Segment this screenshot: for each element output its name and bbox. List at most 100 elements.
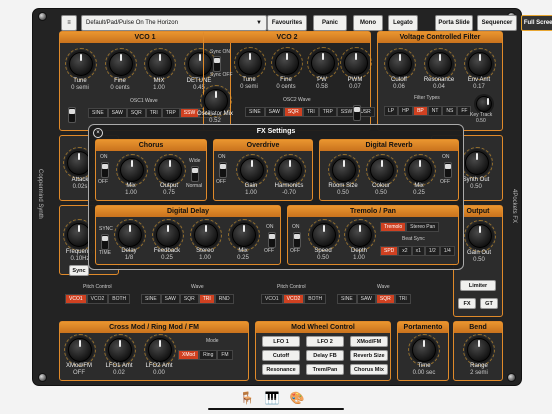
vco1-fine-knob[interactable] (105, 48, 137, 80)
overdrive-gain-knob[interactable] (236, 154, 268, 186)
full-screen-button[interactable]: Full Screen (521, 15, 552, 31)
beat-sync-x2[interactable]: x2 (398, 246, 412, 256)
osc2-wave-trp[interactable]: TRP (318, 107, 337, 117)
gt-button[interactable]: GT (480, 298, 498, 309)
sequencer-button[interactable]: Sequencer (477, 15, 517, 31)
lfo1-wave-sqr[interactable]: SQR (179, 294, 199, 304)
vco2-on-switch[interactable] (353, 105, 361, 121)
resonance-knob[interactable] (424, 48, 456, 80)
mono-button[interactable]: Mono (353, 15, 383, 31)
mw-reverb-size-button[interactable]: Reverb Size (350, 350, 388, 361)
porta-slide-button[interactable]: Porta Slide (435, 15, 473, 31)
lfo2-wave-sqr[interactable]: SQR (375, 294, 395, 304)
osc1-wave-sine[interactable]: SINE (88, 108, 108, 118)
mw-lfo1-button[interactable]: LFO 1 (262, 336, 300, 347)
filter-type-hp[interactable]: HP (398, 106, 414, 116)
vco2-sync-switch[interactable] (213, 56, 221, 72)
oscillator-mix-knob[interactable] (200, 85, 232, 117)
reverb-colour-knob[interactable] (366, 154, 398, 186)
pitch2-vco2[interactable]: VCO2 (282, 294, 305, 304)
mw-resonance-button[interactable]: Resonance (262, 364, 300, 375)
filter-type-bp[interactable]: BP (413, 106, 428, 116)
tremolo-mode-tremolo[interactable]: Tremolo (380, 222, 407, 232)
vco2-tune-knob[interactable] (234, 47, 266, 79)
filter-type-ns[interactable]: NS (442, 106, 458, 116)
osc1-wave-tri[interactable]: TRI (145, 108, 162, 118)
xmod-fm-knob[interactable] (64, 334, 96, 366)
vco1-on-switch[interactable] (68, 107, 76, 123)
fx-button[interactable]: FX (458, 298, 476, 309)
mw-chorus-mix-button[interactable]: Chorus Mix (350, 364, 388, 375)
delay-switch[interactable] (268, 232, 276, 248)
lfo1-wave-sine[interactable]: SINE (141, 294, 161, 304)
crossmod-mode-ring[interactable]: Ring (199, 350, 218, 360)
mw-delay-fb-button[interactable]: Delay FB (306, 350, 344, 361)
cutoff-knob[interactable] (384, 48, 416, 80)
osc1-wave-sqr[interactable]: SQR (126, 108, 146, 118)
osc2-wave-saw[interactable]: SAW (264, 107, 284, 117)
overdrive-harmonics-knob[interactable] (274, 154, 306, 186)
vco2-fine-knob[interactable] (271, 47, 303, 79)
piano-stool-icon[interactable]: 🪑 (240, 391, 255, 405)
tremolo-mode-stereo-pan[interactable]: Stereo Pan (406, 222, 440, 232)
filter-type-nt[interactable]: NT (427, 106, 443, 116)
legato-button[interactable]: Legato (388, 15, 418, 31)
preset-selector[interactable]: Default/Pad/Pulse On The Horizon ▼ (81, 15, 267, 31)
tremolo-speed-knob[interactable] (308, 219, 340, 251)
pitch2-vco1[interactable]: VCO1 (261, 294, 283, 304)
lfo1-wave-tri[interactable]: TRI (198, 294, 215, 304)
lfo2-wave-tri[interactable]: TRI (394, 294, 411, 304)
beat-sync-x1[interactable]: x1 (411, 246, 425, 256)
vco1-tune-knob[interactable] (65, 48, 97, 80)
keyboard-icon[interactable]: 🎹 (265, 391, 280, 405)
sync-button[interactable]: Sync (69, 265, 89, 276)
chorus-output-knob[interactable] (154, 154, 186, 186)
osc2-wave-sqr[interactable]: SQR (283, 107, 303, 117)
osc1-wave-trp[interactable]: TRP (161, 108, 180, 118)
delay-delay-knob[interactable] (114, 219, 146, 251)
overdrive-switch[interactable] (219, 162, 227, 178)
bend-range-knob[interactable] (463, 334, 495, 366)
pitch1-vco1[interactable]: VCO1 (65, 294, 87, 304)
tremolo-depth-knob[interactable] (344, 219, 376, 251)
env-amt-knob[interactable] (464, 48, 496, 80)
panic-button[interactable]: Panic (313, 15, 347, 31)
tremolo-switch[interactable] (293, 232, 301, 248)
reverb-room-size-knob[interactable] (328, 154, 360, 186)
chorus-width-switch[interactable] (191, 166, 199, 182)
pitch2-both[interactable]: BOTH (304, 294, 327, 304)
beat-sync-1-2[interactable]: 1/2 (424, 246, 440, 256)
delay-mix-knob[interactable] (228, 219, 260, 251)
reverb-switch[interactable] (444, 162, 452, 178)
osc2-wave-tri[interactable]: TRI (302, 107, 319, 117)
delay-feedback-knob[interactable] (152, 219, 184, 251)
beat-sync-1-4[interactable]: 1/4 (439, 246, 455, 256)
vco2-pw-knob[interactable] (307, 47, 339, 79)
lfo1-wave-rnd[interactable]: RND (214, 294, 234, 304)
delay-stereo-knob[interactable] (190, 219, 222, 251)
crossmod-mode-fm[interactable]: FM (217, 350, 233, 360)
chorus-switch[interactable] (101, 162, 109, 178)
synth-out-knob[interactable] (461, 147, 493, 179)
beat-sync-spd[interactable]: SPD (380, 246, 399, 256)
filter-type-lp[interactable]: LP (384, 106, 399, 116)
crossmod-mode-xmod[interactable]: XMod (178, 350, 200, 360)
lfo1-wave-saw[interactable]: SAW (160, 294, 180, 304)
pitch1-both[interactable]: BOTH (108, 294, 131, 304)
pitch1-vco2[interactable]: VCO2 (86, 294, 109, 304)
osc2-wave-sine[interactable]: SINE (245, 107, 265, 117)
vco2-pwm-knob[interactable] (340, 47, 372, 79)
reverb-mix-knob[interactable] (404, 154, 436, 186)
gain-out-knob[interactable] (464, 220, 496, 252)
lfo1-amt-knob[interactable] (104, 334, 136, 366)
key-track-knob[interactable] (476, 96, 492, 112)
osc1-wave-saw[interactable]: SAW (107, 108, 127, 118)
chorus-mix-knob[interactable] (116, 154, 148, 186)
mw-lfo2-button[interactable]: LFO 2 (306, 336, 344, 347)
menu-button[interactable]: ≡ (61, 15, 77, 31)
limiter-button[interactable]: Limiter (460, 280, 496, 291)
mw-cutoff-button[interactable]: Cutoff (262, 350, 300, 361)
favourites-button[interactable]: Favourites (267, 15, 307, 31)
mw-xmod-button[interactable]: XMod/FM (350, 336, 388, 347)
lfo2-amt-knob[interactable] (144, 334, 176, 366)
